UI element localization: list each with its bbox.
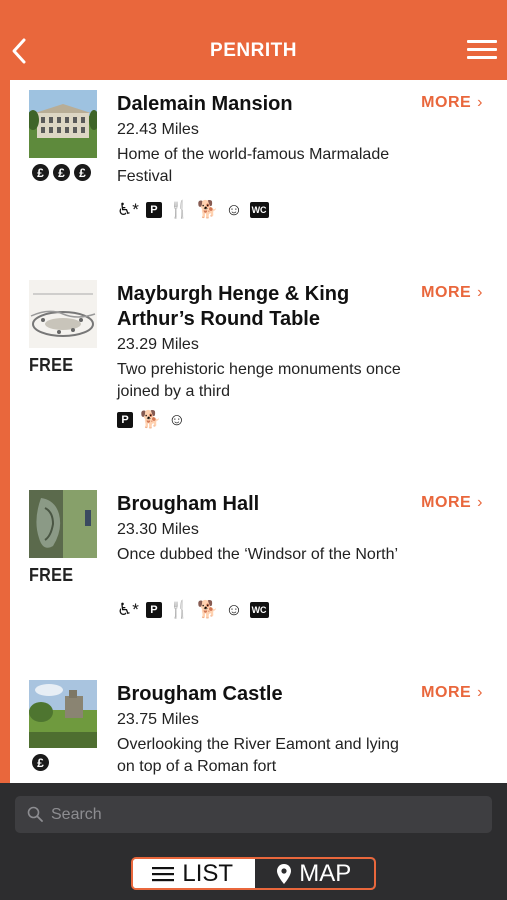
parking-icon: P xyxy=(117,412,133,428)
hamburger-icon xyxy=(467,40,497,43)
dog-icon: 🐕 xyxy=(197,600,219,619)
list-item[interactable]: FREE Mayburgh Henge & King Arthur’s Roun… xyxy=(10,270,507,480)
chevron-right-icon: › xyxy=(477,284,483,301)
wheelchair-icon: ♿* xyxy=(117,200,139,219)
map-view-label: MAP xyxy=(299,859,352,887)
search-input[interactable] xyxy=(51,796,471,833)
menu-button[interactable] xyxy=(467,40,497,62)
list-icon xyxy=(152,866,175,881)
attraction-list[interactable]: £ £ £ Dalemain Mansion 22.43 Miles Home … xyxy=(10,80,507,783)
more-label: MORE xyxy=(421,684,472,701)
more-label: MORE xyxy=(421,494,472,511)
dog-icon: 🐕 xyxy=(140,410,162,429)
smiley-icon: ☺ xyxy=(168,410,186,429)
pound-coin-icon: £ xyxy=(53,164,70,181)
amenity-icons: ♿* P 🍴 🐕 ☺ WC xyxy=(117,200,269,220)
restaurant-icon: 🍴 xyxy=(168,600,191,619)
attraction-distance: 23.75 Miles xyxy=(117,711,199,728)
more-button[interactable]: MORE › xyxy=(421,284,483,302)
thumbnail-image xyxy=(29,490,97,558)
chevron-right-icon: › xyxy=(477,94,483,111)
attraction-description: Two prehistoric henge monuments once joi… xyxy=(117,361,401,400)
dog-icon: 🐕 xyxy=(197,200,219,219)
wheelchair-icon: ♿* xyxy=(117,600,139,619)
map-pin-icon xyxy=(277,863,292,884)
attraction-name: Brougham Hall xyxy=(117,493,260,515)
search-icon xyxy=(27,806,43,822)
smiley-icon: ☺ xyxy=(225,200,243,219)
more-button[interactable]: MORE › xyxy=(421,494,483,512)
attraction-description: Once dubbed the ‘Windsor of the North’ xyxy=(117,546,399,563)
attraction-description: Overlooking the River Eamont and lying o… xyxy=(117,736,399,775)
app-header: PENRITH xyxy=(0,0,507,80)
more-label: MORE xyxy=(421,284,472,301)
thumbnail-image xyxy=(29,280,97,348)
list-view-label: LIST xyxy=(182,859,234,887)
price-indicator: £ £ £ xyxy=(32,164,91,181)
attraction-distance: 23.30 Miles xyxy=(117,521,199,538)
attraction-name: Dalemain Mansion xyxy=(117,93,293,115)
more-button[interactable]: MORE › xyxy=(421,94,483,112)
parking-icon: P xyxy=(145,202,162,218)
toilet-icon: WC xyxy=(249,602,269,618)
attraction-description: Home of the world-famous Marmalade Festi… xyxy=(117,146,390,185)
attraction-name: Mayburgh Henge & King Arthur’s Round Tab… xyxy=(117,283,350,330)
more-label: MORE xyxy=(421,94,472,111)
chevron-right-icon: › xyxy=(477,494,483,511)
list-view-button[interactable]: LIST xyxy=(133,859,253,888)
parking-icon: P xyxy=(145,602,162,618)
price-indicator: £ xyxy=(32,754,49,771)
pound-coin-icon: £ xyxy=(32,164,49,181)
price-label: FREE xyxy=(29,355,74,375)
smiley-icon: ☺ xyxy=(225,600,243,619)
page-title: PENRITH xyxy=(210,40,297,61)
chevron-right-icon: › xyxy=(477,684,483,701)
bottom-bar: LIST MAP xyxy=(0,783,507,900)
amenity-icons: ♿* P 🍴 🐕 ☺ WC xyxy=(117,600,269,620)
thumbnail-image xyxy=(29,680,97,748)
search-bar[interactable] xyxy=(15,796,492,833)
toilet-icon: WC xyxy=(249,202,269,218)
thumbnail-image xyxy=(29,90,97,158)
list-item[interactable]: £ £ £ Dalemain Mansion 22.43 Miles Home … xyxy=(10,80,507,270)
attraction-distance: 23.29 Miles xyxy=(117,336,199,353)
restaurant-icon: 🍴 xyxy=(168,200,191,219)
pound-coin-icon: £ xyxy=(74,164,91,181)
price-label: FREE xyxy=(29,565,74,585)
list-item[interactable]: £ Brougham Castle 23.75 Miles Overlookin… xyxy=(10,670,507,783)
view-toggle: LIST MAP xyxy=(131,857,376,890)
list-item[interactable]: FREE Brougham Hall 23.30 Miles Once dubb… xyxy=(10,480,507,670)
more-button[interactable]: MORE › xyxy=(421,684,483,702)
map-view-button[interactable]: MAP xyxy=(252,859,374,888)
attraction-name: Brougham Castle xyxy=(117,683,283,705)
pound-coin-icon: £ xyxy=(32,754,49,771)
amenity-icons: P 🐕 ☺ xyxy=(117,410,186,430)
attraction-distance: 22.43 Miles xyxy=(117,121,199,138)
